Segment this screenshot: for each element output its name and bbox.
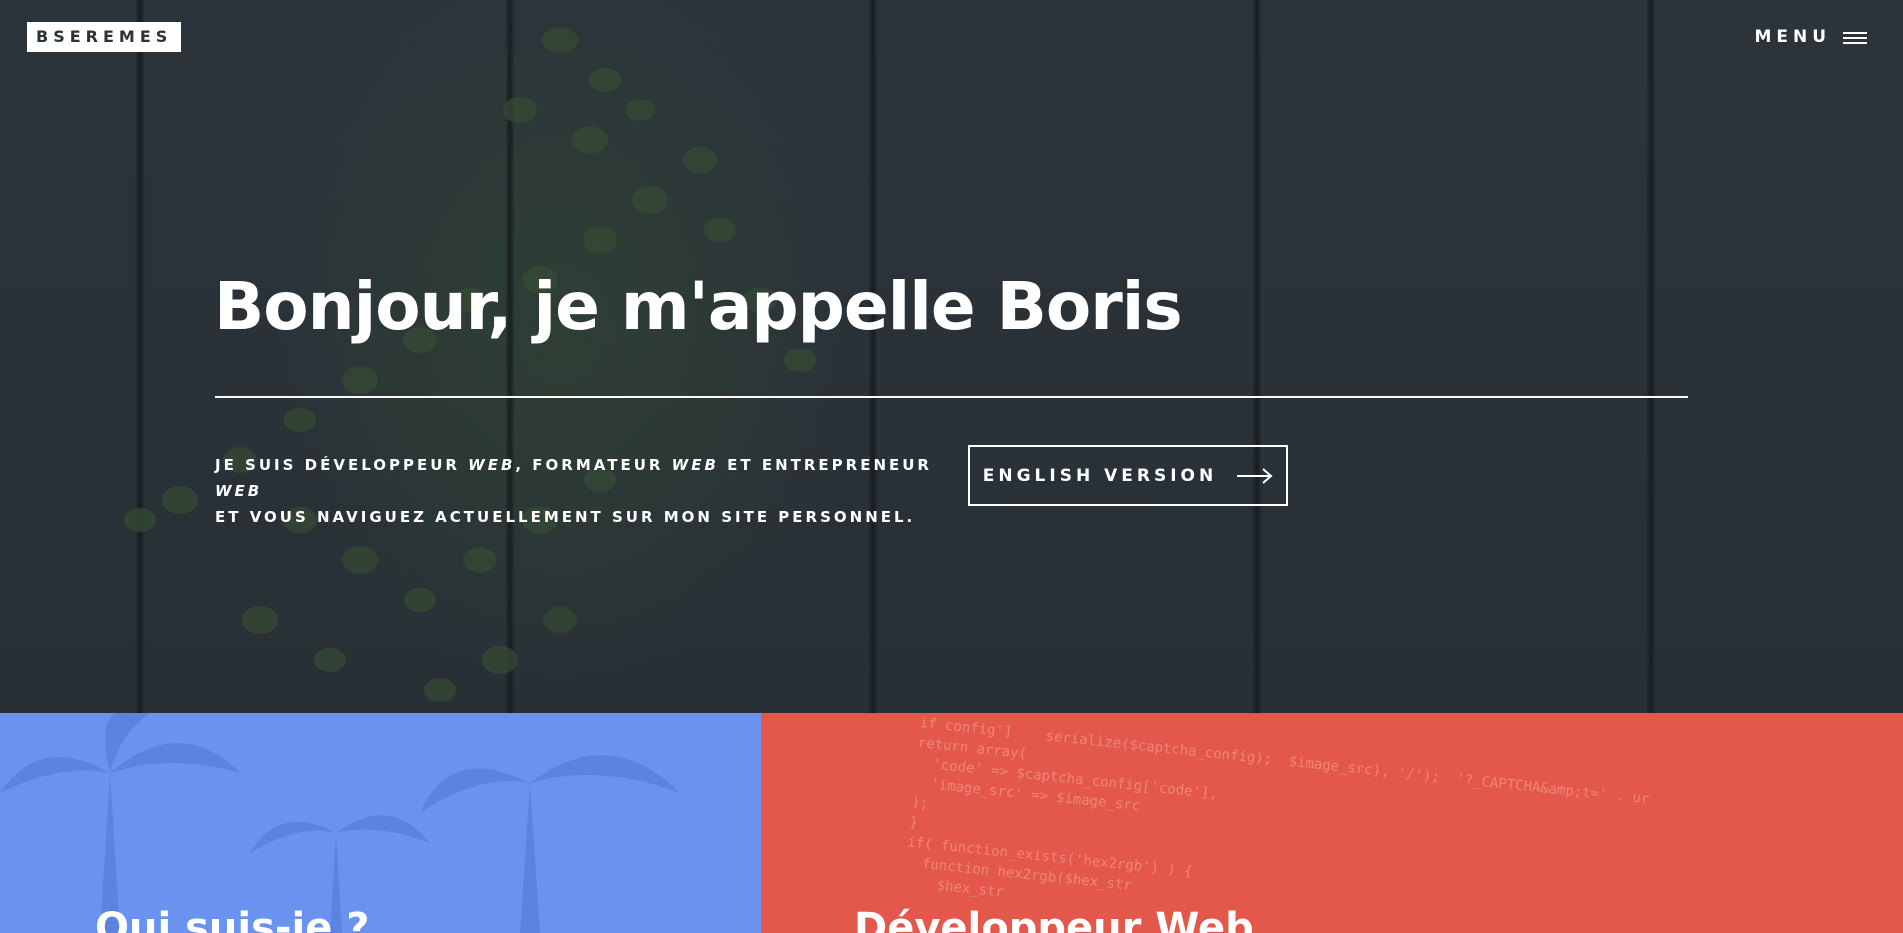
intro-line-2: ET VOUS NAVIGUEZ ACTUELLEMENT SUR MON SI… — [215, 508, 916, 526]
hamburger-icon — [1843, 30, 1867, 44]
site-logo[interactable]: BSEREMES — [27, 22, 182, 52]
menu-label: MENU — [1754, 27, 1831, 47]
web-developer-panel[interactable]: if config'] serialize($captcha_config); … — [761, 713, 1903, 933]
hero-divider — [215, 396, 1688, 398]
cta-label: ENGLISH VERSION — [982, 465, 1218, 486]
web-developer-title: Développeur Web — [854, 905, 1254, 933]
intro-line-1: JE SUIS DÉVELOPPEUR WEB, FORMATEUR WEB E… — [215, 456, 932, 500]
menu-button[interactable]: MENU — [1754, 24, 1867, 50]
hero-intro: JE SUIS DÉVELOPPEUR WEB, FORMATEUR WEB E… — [215, 452, 955, 530]
arrow-right-icon — [1237, 467, 1273, 484]
about-title: Qui suis-je ? — [95, 905, 370, 933]
palm-trees-illustration — [0, 713, 680, 933]
code-background: if config'] serialize($captcha_config); … — [902, 714, 1651, 901]
hero-section: BSEREMES MENU Bonjour, je m'appelle Bori… — [0, 0, 1903, 713]
hero-overlay — [0, 0, 1903, 713]
about-panel[interactable]: Qui suis-je ? — [0, 713, 761, 933]
hero-title: Bonjour, je m'appelle Boris — [214, 268, 1183, 345]
english-version-button[interactable]: ENGLISH VERSION — [968, 445, 1288, 506]
